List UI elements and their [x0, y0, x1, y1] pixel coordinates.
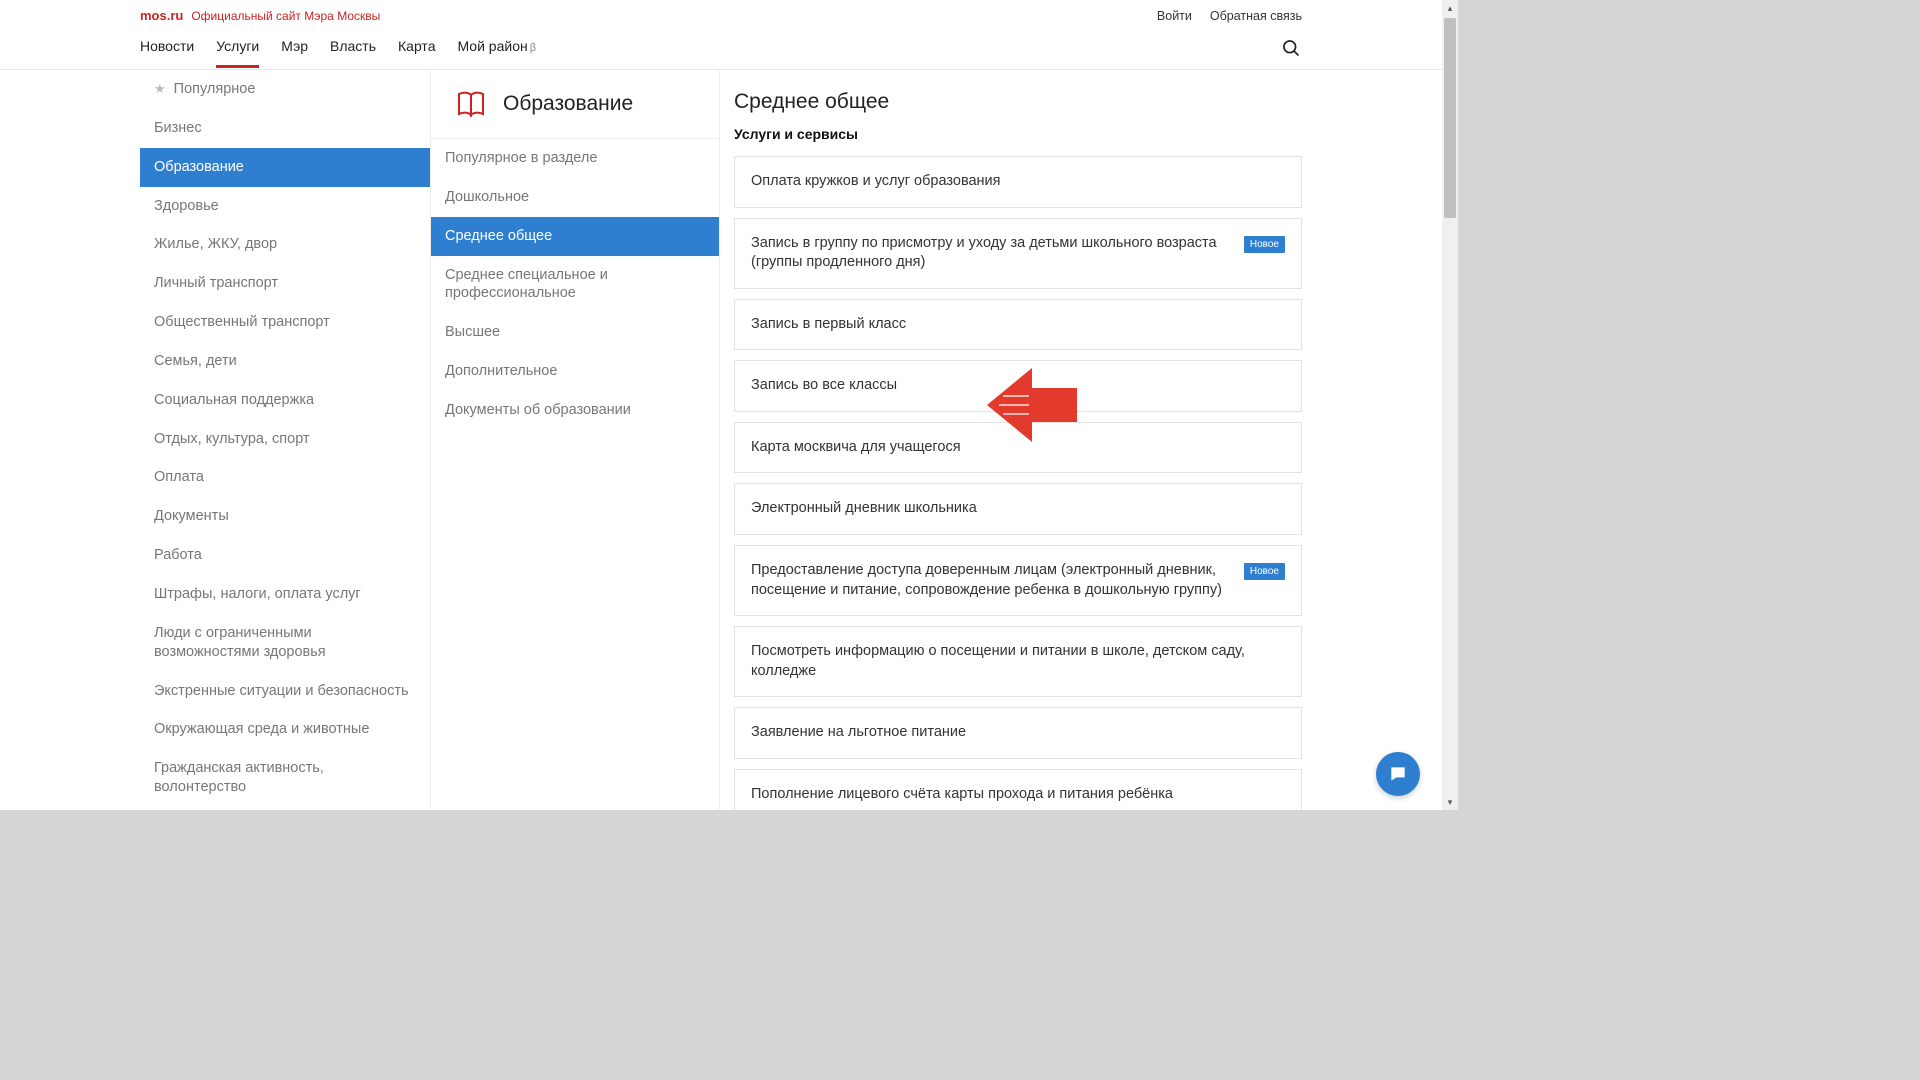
sidebar-item[interactable]: Образование: [140, 148, 430, 187]
nav-item-services[interactable]: Услуги: [216, 38, 259, 68]
book-icon: [455, 88, 487, 120]
service-label: Запись в группу по присмотру и уходу за …: [751, 234, 1232, 273]
sidebar-item[interactable]: Жилье, ЖКУ, двор: [140, 225, 430, 264]
sidebar-item[interactable]: Документы: [140, 497, 430, 536]
subsection-item[interactable]: Среднее общее: [431, 217, 719, 256]
service-label: Заявление на льготное питание: [751, 723, 966, 743]
service-label: Посмотреть информацию о посещении и пита…: [751, 642, 1285, 681]
sidebar-popular-label: Популярное: [174, 80, 256, 99]
subsection-item[interactable]: Популярное в разделе: [431, 139, 719, 178]
sidebar-item[interactable]: Люди с ограниченными возможностями здоро…: [140, 614, 430, 672]
sidebar-item[interactable]: Работа: [140, 536, 430, 575]
subsection-item[interactable]: Дошкольное: [431, 178, 719, 217]
nav-item-map[interactable]: Карта: [398, 38, 435, 68]
service-label: Пополнение лицевого счёта карты прохода …: [751, 785, 1173, 805]
subsection-item[interactable]: Высшее: [431, 313, 719, 352]
subsection-item[interactable]: Среднее специальное и профессиональное: [431, 256, 719, 314]
login-link[interactable]: Войти: [1157, 9, 1192, 23]
sidebar-item[interactable]: Окружающая среда и животные: [140, 710, 430, 749]
star-icon: ★: [154, 81, 166, 98]
scrollbar-thumb[interactable]: [1444, 18, 1456, 218]
content-column: Среднее общее Услуги и сервисы Оплата кр…: [720, 70, 1302, 810]
sidebar-item[interactable]: Семья, дети: [140, 342, 430, 381]
service-label: Запись во все классы: [751, 376, 897, 396]
section-header: Образование: [431, 70, 719, 139]
scroll-down-icon[interactable]: ▾: [1442, 794, 1458, 810]
sidebar-item[interactable]: Бизнес: [140, 109, 430, 148]
topbar: mos.ru Официальный сайт Мэра Москвы Войт…: [0, 0, 1442, 27]
feedback-link[interactable]: Обратная связь: [1210, 9, 1302, 23]
section-title: Образование: [503, 92, 633, 116]
sidebar-item[interactable]: Городская среда: [140, 807, 430, 810]
sidebar-item[interactable]: Штрафы, налоги, оплата услуг: [140, 575, 430, 614]
sidebar-item[interactable]: Общественный транспорт: [140, 303, 430, 342]
nav-item-mayor[interactable]: Мэр: [281, 38, 308, 68]
service-card[interactable]: Запись во все классы: [734, 360, 1302, 412]
nav-item-district[interactable]: Мой районβ: [457, 38, 536, 68]
chat-icon: [1388, 764, 1408, 784]
service-card[interactable]: Карта москвича для учащегося: [734, 422, 1302, 474]
service-label: Электронный дневник школьника: [751, 499, 977, 519]
beta-label: β: [530, 42, 536, 54]
search-icon: [1281, 38, 1301, 58]
page-body: ★ Популярное Бизнес Образование Здоровье…: [0, 70, 1442, 810]
nav-items: Новости Услуги Мэр Власть Карта Мой райо…: [140, 38, 536, 68]
service-card[interactable]: Посмотреть информацию о посещении и пита…: [734, 626, 1302, 697]
navbar: Новости Услуги Мэр Власть Карта Мой райо…: [0, 27, 1442, 70]
service-card[interactable]: Электронный дневник школьника: [734, 483, 1302, 535]
content-subtitle: Услуги и сервисы: [734, 126, 1302, 156]
sidebar-item[interactable]: Социальная поддержка: [140, 381, 430, 420]
search-button[interactable]: [1280, 37, 1302, 59]
sidebar-item-popular[interactable]: ★ Популярное: [140, 70, 430, 109]
service-card[interactable]: Предоставление доступа доверенным лицам …: [734, 545, 1302, 616]
brand-subtitle: Официальный сайт Мэра Москвы: [191, 9, 380, 23]
nav-item-authority[interactable]: Власть: [330, 38, 376, 68]
service-card[interactable]: Пополнение лицевого счёта карты прохода …: [734, 769, 1302, 810]
sidebar-item[interactable]: Гражданская активность, волонтерство: [140, 749, 430, 807]
brand[interactable]: mos.ru Официальный сайт Мэра Москвы: [140, 8, 380, 23]
service-card[interactable]: Оплата кружков и услуг образования: [734, 156, 1302, 208]
sidebar-item[interactable]: Личный транспорт: [140, 264, 430, 303]
sidebar-item[interactable]: Оплата: [140, 458, 430, 497]
subsection-item[interactable]: Дополнительное: [431, 352, 719, 391]
nav-district-label: Мой район: [457, 38, 527, 54]
sidebar-item[interactable]: Отдых, культура, спорт: [140, 420, 430, 459]
service-card[interactable]: Запись в первый класс: [734, 299, 1302, 351]
sidebar-item[interactable]: Экстренные ситуации и безопасность: [140, 672, 430, 711]
scrollbar[interactable]: ▴ ▾: [1442, 0, 1458, 810]
brand-logo: mos.ru: [140, 8, 183, 23]
subsection-column: Образование Популярное в разделе Дошколь…: [430, 70, 720, 810]
service-label: Запись в первый класс: [751, 315, 906, 335]
new-badge: Новое: [1244, 236, 1285, 254]
category-sidebar: ★ Популярное Бизнес Образование Здоровье…: [140, 70, 430, 810]
top-links: Войти Обратная связь: [1157, 9, 1302, 23]
service-label: Предоставление доступа доверенным лицам …: [751, 561, 1232, 600]
sidebar-item[interactable]: Здоровье: [140, 187, 430, 226]
scroll-up-icon[interactable]: ▴: [1442, 0, 1458, 16]
chat-button[interactable]: [1376, 752, 1420, 796]
service-card[interactable]: Заявление на льготное питание: [734, 707, 1302, 759]
nav-item-news[interactable]: Новости: [140, 38, 194, 68]
subsection-item[interactable]: Документы об образовании: [431, 391, 719, 430]
service-label: Карта москвича для учащегося: [751, 438, 961, 458]
new-badge: Новое: [1244, 563, 1285, 581]
content-title: Среднее общее: [734, 70, 1302, 126]
service-label: Оплата кружков и услуг образования: [751, 172, 1001, 192]
service-card[interactable]: Запись в группу по присмотру и уходу за …: [734, 218, 1302, 289]
service-list: Оплата кружков и услуг образования Запис…: [734, 156, 1302, 810]
